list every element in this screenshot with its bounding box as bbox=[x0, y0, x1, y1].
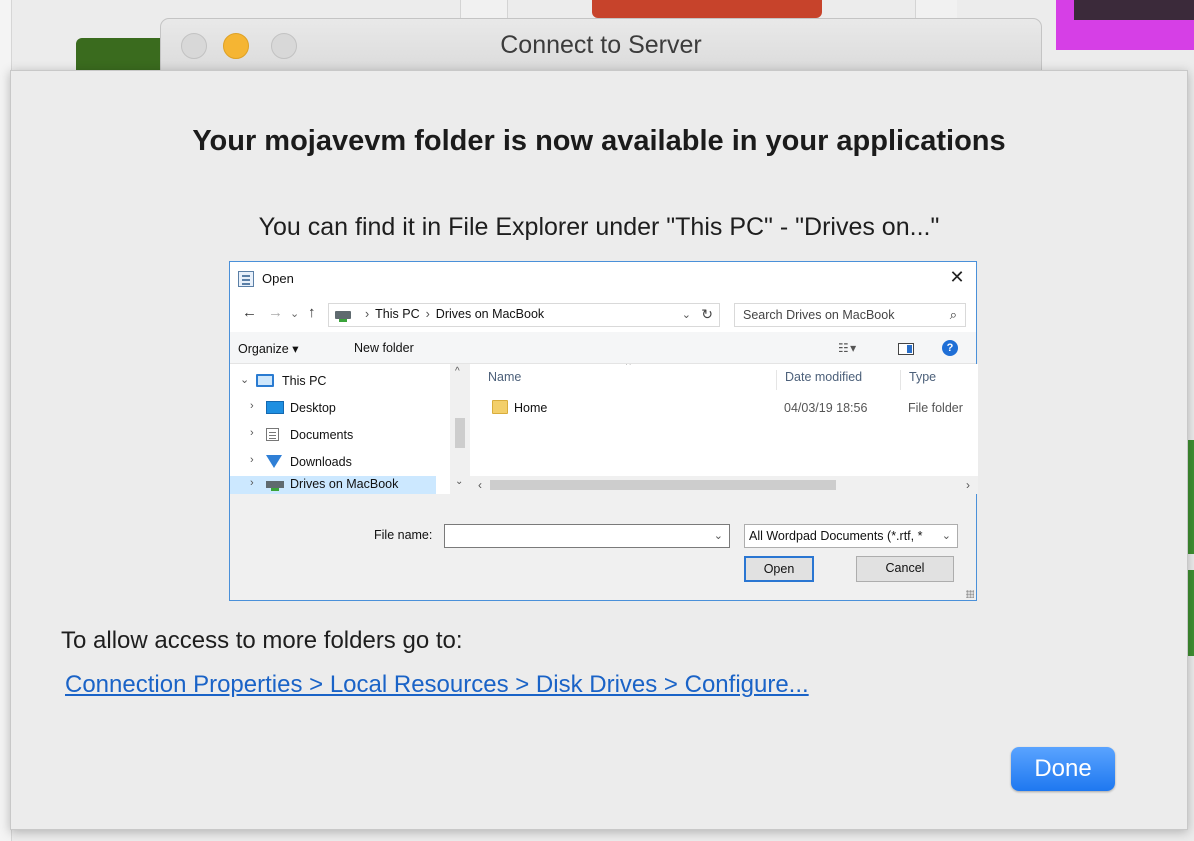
breadcrumb-separator: › bbox=[365, 307, 370, 321]
file-name-input[interactable] bbox=[445, 525, 705, 547]
scroll-left-icon[interactable]: ‹ bbox=[478, 478, 482, 492]
navigation-bar: ← → ⌄ ↑ › This PC › Drives on MacBook ⌄ ↻ ⌕ bbox=[230, 296, 976, 332]
column-header-type[interactable]: Type bbox=[900, 370, 936, 390]
help-icon[interactable]: ? bbox=[942, 340, 958, 356]
file-date: 04/03/19 18:56 bbox=[784, 401, 868, 415]
background-red-element bbox=[592, 0, 822, 18]
done-button[interactable]: Done bbox=[1011, 747, 1115, 791]
navigation-scrollbar[interactable]: ^ ⌄ bbox=[452, 364, 468, 494]
breadcrumb-this-pc[interactable]: This PC bbox=[375, 307, 419, 321]
file-name-field[interactable]: ⌄ bbox=[444, 524, 730, 548]
allow-access-text: To allow access to more folders go to: bbox=[61, 627, 463, 654]
table-row[interactable]: Home 04/03/19 18:56 File folder bbox=[470, 398, 978, 420]
sidebar-item-downloads[interactable]: › Downloads bbox=[230, 449, 436, 475]
folder-icon bbox=[492, 400, 508, 414]
sheet-headline: Your mojavevm folder is now available in… bbox=[192, 125, 1006, 157]
file-list: Name ^ Date modified Type Home 04/03/19 … bbox=[470, 364, 978, 476]
refresh-icon[interactable]: ↻ bbox=[701, 306, 713, 323]
wordpad-icon bbox=[238, 271, 254, 287]
breadcrumb: › This PC › Drives on MacBook bbox=[359, 307, 544, 321]
file-type-select[interactable]: All Wordpad Documents (*.rtf, * ⌄ bbox=[744, 524, 958, 548]
open-button[interactable]: Open bbox=[744, 556, 814, 582]
network-drive-icon bbox=[266, 481, 284, 491]
scrollbar-thumb[interactable] bbox=[490, 480, 836, 490]
desktop-icon bbox=[266, 401, 284, 414]
navigation-pane: ⌄ This PC › Desktop › Documents › Downlo… bbox=[230, 364, 450, 494]
sidebar-item-drives-on-macbook[interactable]: › Drives on MacBook bbox=[230, 476, 436, 494]
scroll-down-icon[interactable]: ⌄ bbox=[455, 476, 463, 487]
network-drive-icon bbox=[335, 311, 351, 322]
chevron-right-icon[interactable]: › bbox=[250, 477, 254, 489]
dialog-toolbar: Organize ▾ New folder ☷ ▾ ? bbox=[230, 332, 976, 364]
sidebar-item-documents[interactable]: › Documents bbox=[230, 422, 436, 448]
sidebar-item-desktop[interactable]: › Desktop bbox=[230, 395, 436, 421]
up-arrow-icon[interactable]: ↑ bbox=[308, 304, 316, 321]
download-icon bbox=[266, 455, 282, 468]
open-dialog-title: Open bbox=[262, 271, 294, 286]
folder-available-sheet: Your mojavevm folder is now available in… bbox=[10, 70, 1188, 830]
file-type-value: All Wordpad Documents (*.rtf, * bbox=[749, 529, 923, 543]
scrollbar-thumb[interactable] bbox=[455, 418, 465, 448]
chevron-right-icon[interactable]: › bbox=[250, 400, 254, 412]
sidebar-item-label: Drives on MacBook bbox=[290, 477, 399, 491]
background-window-fragment bbox=[915, 0, 957, 20]
horizontal-scrollbar[interactable]: ‹ › bbox=[470, 476, 978, 494]
sidebar-item-label: Documents bbox=[290, 428, 354, 442]
search-input[interactable] bbox=[735, 304, 935, 326]
breadcrumb-separator: › bbox=[425, 307, 430, 321]
forward-arrow-icon[interactable]: → bbox=[268, 304, 283, 321]
chevron-down-icon[interactable]: ⌄ bbox=[714, 529, 723, 542]
sort-ascending-icon: ^ bbox=[626, 364, 631, 371]
resize-grip-icon[interactable] bbox=[966, 590, 974, 598]
background-green-strip bbox=[1188, 440, 1194, 554]
open-dialog-titlebar: Open ✕ bbox=[230, 262, 976, 296]
background-green-strip bbox=[1188, 570, 1194, 656]
sidebar-item-label: Desktop bbox=[290, 401, 336, 415]
background-window-fragment bbox=[460, 0, 508, 20]
search-box[interactable]: ⌕ bbox=[734, 303, 966, 327]
column-header-name[interactable]: Name bbox=[488, 370, 521, 394]
preview-pane-icon[interactable] bbox=[898, 343, 914, 355]
address-bar[interactable]: › This PC › Drives on MacBook ⌄ ↻ bbox=[328, 303, 720, 327]
window-title: Connect to Server bbox=[500, 31, 702, 59]
search-icon[interactable]: ⌕ bbox=[950, 307, 957, 323]
history-chevron-icon[interactable]: ⌄ bbox=[290, 307, 299, 320]
organize-button[interactable]: Organize ▾ bbox=[238, 341, 298, 356]
file-name: Home bbox=[514, 401, 548, 415]
view-options-icon[interactable]: ☷ ▾ bbox=[838, 341, 856, 355]
new-folder-button[interactable]: New folder bbox=[354, 341, 414, 355]
chevron-right-icon[interactable]: › bbox=[250, 427, 254, 439]
file-name-label: File name: bbox=[374, 528, 433, 542]
chevron-down-icon[interactable]: ⌄ bbox=[240, 373, 249, 386]
scroll-up-icon[interactable]: ^ bbox=[455, 366, 460, 377]
background-purple-window-inner bbox=[1074, 0, 1194, 20]
sidebar-item-label: This PC bbox=[282, 374, 327, 388]
scroll-right-icon[interactable]: › bbox=[966, 478, 970, 492]
computer-icon bbox=[256, 374, 274, 387]
open-dialog-illustration: Open ✕ ← → ⌄ ↑ › This PC › Drives on MacBoo… bbox=[229, 261, 978, 601]
sheet-subline: You can find it in File Explorer under "… bbox=[258, 213, 940, 241]
breadcrumb-drives-on-macbook[interactable]: Drives on MacBook bbox=[436, 307, 544, 321]
sidebar-item-this-pc[interactable]: ⌄ This PC bbox=[230, 368, 436, 394]
file-type: File folder bbox=[908, 401, 963, 415]
cancel-button[interactable]: Cancel bbox=[856, 556, 954, 582]
sidebar-item-label: Downloads bbox=[290, 455, 352, 469]
chevron-right-icon[interactable]: › bbox=[250, 454, 254, 466]
chevron-down-icon[interactable]: ⌄ bbox=[942, 529, 951, 542]
close-icon[interactable]: ✕ bbox=[946, 267, 968, 288]
back-arrow-icon[interactable]: ← bbox=[242, 304, 257, 321]
column-header-date-modified[interactable]: Date modified bbox=[776, 370, 862, 390]
chevron-down-icon[interactable]: ⌄ bbox=[682, 308, 691, 321]
documents-icon bbox=[266, 428, 279, 441]
disk-drives-settings-link[interactable]: Connection Properties > Local Resources … bbox=[65, 671, 809, 699]
